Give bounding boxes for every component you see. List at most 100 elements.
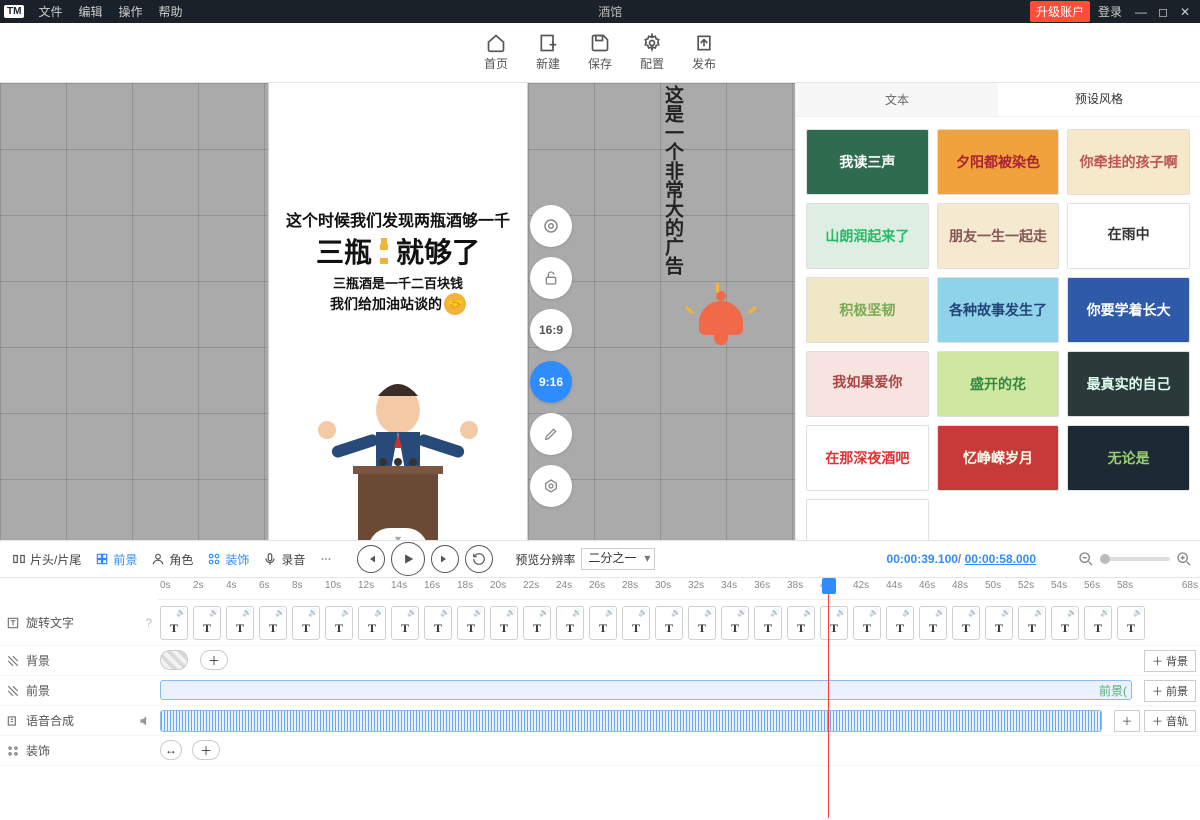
text-clip[interactable]: T <box>820 606 848 640</box>
add-bg-clip[interactable]: ＋ <box>200 650 228 670</box>
text-clip[interactable]: T <box>490 606 518 640</box>
menu-edit[interactable]: 编辑 <box>70 3 110 20</box>
text-clip[interactable]: T <box>193 606 221 640</box>
settings-button[interactable] <box>530 465 572 507</box>
text-clip[interactable]: T <box>589 606 617 640</box>
toolbar-config[interactable]: 配置 <box>640 33 664 72</box>
speaker-icon[interactable] <box>138 714 152 728</box>
bell-graphic[interactable] <box>694 291 748 345</box>
record-button[interactable]: 录音 <box>259 549 309 570</box>
add-background-button[interactable]: ＋背景 <box>1144 650 1196 672</box>
bg-clip[interactable] <box>160 650 188 670</box>
timecode-total[interactable]: 00:00:58.000 <box>965 552 1036 566</box>
audio-waveform[interactable] <box>160 710 1102 732</box>
toolbar-new[interactable]: 新建 <box>536 33 560 72</box>
template-card[interactable]: 你牵挂的孩子啊 <box>1067 129 1190 195</box>
foreground-button[interactable]: 前景 <box>91 549 141 570</box>
fg-lane[interactable]: 前景( <box>158 676 1144 705</box>
tts-lane[interactable] <box>158 706 1114 735</box>
text-clip[interactable]: T <box>424 606 452 640</box>
text-clip[interactable]: T <box>985 606 1013 640</box>
fg-clip[interactable]: 前景( <box>160 680 1132 700</box>
play-button[interactable] <box>391 542 425 576</box>
text-clip[interactable]: T <box>853 606 881 640</box>
template-card[interactable]: 积极坚韧 <box>806 277 929 343</box>
text-clip[interactable]: T <box>259 606 287 640</box>
menu-help[interactable]: 帮助 <box>151 3 191 20</box>
text-clip[interactable]: T <box>721 606 749 640</box>
text-clip[interactable]: T <box>655 606 683 640</box>
text-clip[interactable]: T <box>952 606 980 640</box>
canvas-text-3[interactable]: 三瓶酒是一千二百块钱 <box>269 273 527 292</box>
decor-clip[interactable]: ↔ <box>160 740 182 760</box>
text-clip[interactable]: T <box>919 606 947 640</box>
add-audio-track-button[interactable]: ＋音轨 <box>1144 710 1196 732</box>
zoom-out-icon[interactable] <box>1078 551 1094 567</box>
target-button[interactable] <box>530 205 572 247</box>
canvas-vertical-text[interactable]: 这是一个非常大的广告 <box>630 85 682 375</box>
template-card[interactable]: 各种故事发生了 <box>937 277 1060 343</box>
template-card[interactable]: 不喜欢 <box>806 499 929 540</box>
canvas-text-4[interactable]: 我们给加油站谈的 🤝 <box>269 293 527 315</box>
text-clip[interactable]: T <box>1084 606 1112 640</box>
text-clip[interactable]: T <box>1117 606 1145 640</box>
template-card[interactable]: 在那深夜酒吧 <box>806 425 929 491</box>
text-clip[interactable]: T <box>358 606 386 640</box>
bg-lane[interactable]: ＋ <box>158 646 1144 675</box>
menu-action[interactable]: 操作 <box>110 3 150 20</box>
text-clip[interactable]: T <box>457 606 485 640</box>
text-clip[interactable]: T <box>886 606 914 640</box>
decor-button[interactable]: 装饰 <box>203 549 253 570</box>
add-foreground-button[interactable]: ＋前景 <box>1144 680 1196 702</box>
more-button[interactable] <box>315 550 337 568</box>
add-tts-clip[interactable]: ＋ <box>1114 710 1140 732</box>
text-clip-lane[interactable]: TTTTTTTTTTTTTTTTTTTTTTTTTTTTTT <box>158 600 1200 645</box>
template-card[interactable]: 你要学着长大 <box>1067 277 1190 343</box>
canvas-text-1[interactable]: 这个时候我们发现两瓶酒够一千 <box>269 207 527 231</box>
template-card[interactable]: 忆峥嵘岁月 <box>937 425 1060 491</box>
toolbar-publish[interactable]: 发布 <box>692 33 716 72</box>
text-clip[interactable]: T <box>325 606 353 640</box>
menu-file[interactable]: 文件 <box>30 3 70 20</box>
text-clip[interactable]: T <box>226 606 254 640</box>
toolbar-save[interactable]: 保存 <box>588 33 612 72</box>
loop-button[interactable] <box>465 545 493 573</box>
text-clip[interactable]: T <box>556 606 584 640</box>
minimize-icon[interactable]: — <box>1130 5 1152 19</box>
decor-lane[interactable]: ↔ ＋ <box>158 736 1200 765</box>
text-clip[interactable]: T <box>1018 606 1046 640</box>
upgrade-button[interactable]: 升级账户 <box>1030 1 1090 22</box>
next-button[interactable] <box>431 545 459 573</box>
speaker-character[interactable] <box>303 370 493 540</box>
text-clip[interactable]: T <box>523 606 551 640</box>
login-button[interactable]: 登录 <box>1098 3 1122 20</box>
text-clip[interactable]: T <box>622 606 650 640</box>
text-clip[interactable]: T <box>787 606 815 640</box>
template-card[interactable]: 朋友一生一起走 <box>937 203 1060 269</box>
lock-button[interactable] <box>530 257 572 299</box>
resolution-select[interactable]: 二分之一 <box>581 548 655 570</box>
text-clip[interactable]: T <box>391 606 419 640</box>
zoom-slider[interactable] <box>1100 557 1170 561</box>
stage-phone[interactable]: 这个时候我们发现两瓶酒够一千 三瓶 就够了 三瓶酒是一千二百块钱 我们给加油站谈… <box>269 83 527 540</box>
prev-button[interactable] <box>357 545 385 573</box>
text-clip[interactable]: T <box>688 606 716 640</box>
template-card[interactable]: 夕阳都被染色 <box>937 129 1060 195</box>
text-clip[interactable]: T <box>754 606 782 640</box>
tab-preset[interactable]: 预设风格 <box>998 83 1200 116</box>
ratio-9-16-button[interactable]: 9:16 <box>530 361 572 403</box>
zoom-in-icon[interactable] <box>1176 551 1192 567</box>
role-button[interactable]: 角色 <box>147 549 197 570</box>
text-clip[interactable]: T <box>160 606 188 640</box>
maximize-icon[interactable]: ◻ <box>1152 5 1174 19</box>
template-card[interactable]: 山朗润起来了 <box>806 203 929 269</box>
template-card[interactable]: 盛开的花 <box>937 351 1060 417</box>
template-card[interactable]: 我如果爱你 <box>806 351 929 417</box>
toolbar-home[interactable]: 首页 <box>484 33 508 72</box>
add-decor-clip[interactable]: ＋ <box>192 740 220 760</box>
time-ruler[interactable]: 68s 0s2s4s6s8s10s12s14s16s18s20s22s24s26… <box>158 578 1200 600</box>
canvas-area[interactable]: 这个时候我们发现两瓶酒够一千 三瓶 就够了 三瓶酒是一千二百块钱 我们给加油站谈… <box>0 83 795 540</box>
edit-button[interactable] <box>530 413 572 455</box>
template-card[interactable]: 无论是 <box>1067 425 1190 491</box>
text-clip[interactable]: T <box>1051 606 1079 640</box>
